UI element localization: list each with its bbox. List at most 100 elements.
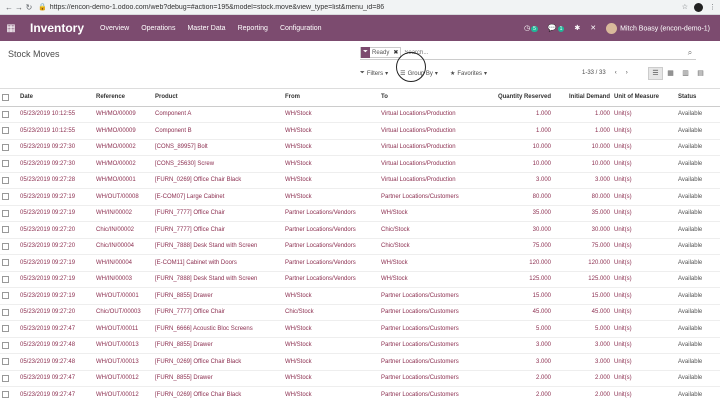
column-initial-demand[interactable]: Initial Demand bbox=[553, 89, 612, 107]
table-row[interactable]: 05/23/2019 09:27:47 WH/OUT/00011 [FURN_666… bbox=[0, 320, 720, 337]
table-row[interactable]: 05/23/2019 09:27:19 WH/OUT/00008 [E-COM07]… bbox=[0, 188, 720, 205]
app-title[interactable]: Inventory bbox=[30, 21, 84, 35]
table-row[interactable]: 05/23/2019 09:27:20 Chic/IN/00004 [FURN_78… bbox=[0, 237, 720, 255]
browser-profile-icon[interactable] bbox=[694, 2, 703, 12]
column-unit-of-measure[interactable]: Unit of Measure bbox=[612, 89, 676, 107]
table-row[interactable]: 05/23/2019 09:27:30 WH/MO/00002 [CONS_2563… bbox=[0, 155, 720, 172]
activity-button[interactable]: ◷ 5 bbox=[524, 24, 538, 32]
cell-status: Available bbox=[676, 237, 720, 255]
column-to[interactable]: To bbox=[379, 89, 487, 107]
cell-from: Partner Locations/Vendors bbox=[283, 270, 379, 288]
cell-status: Available bbox=[676, 105, 720, 123]
graph-view-icon[interactable]: ▥ bbox=[678, 67, 693, 80]
table-row[interactable]: 05/23/2019 09:27:19 WH/OUT/00001 [FURN_885… bbox=[0, 287, 720, 304]
row-checkbox[interactable] bbox=[0, 221, 18, 238]
table-row[interactable]: 05/23/2019 10:12:55 WH/MO/00009 Component … bbox=[0, 105, 720, 123]
bookmark-star-icon[interactable]: ☆ bbox=[682, 3, 688, 11]
browser-toolbar: ← → ↻ 🔒 https://encon-demo-1.odoo.com/we… bbox=[0, 0, 720, 15]
reload-icon[interactable]: ↻ bbox=[24, 3, 34, 12]
select-all-checkbox[interactable] bbox=[0, 89, 18, 107]
menu-operations[interactable]: Operations bbox=[141, 25, 175, 32]
row-checkbox[interactable] bbox=[0, 336, 18, 354]
table-row[interactable]: 05/23/2019 09:27:20 Chic/OUT/00003 [FURN_7… bbox=[0, 303, 720, 321]
cell-unit-of-measure: Unit(s) bbox=[612, 303, 676, 321]
row-checkbox[interactable] bbox=[0, 237, 18, 255]
table-row[interactable]: 05/23/2019 09:27:19 WH/IN/00003 [FURN_7888… bbox=[0, 270, 720, 288]
table-row[interactable]: 05/23/2019 10:12:55 WH/MO/00009 Component … bbox=[0, 122, 720, 139]
apps-grid-icon[interactable]: ▦ bbox=[0, 23, 22, 34]
column-from[interactable]: From bbox=[283, 89, 379, 107]
table-row[interactable]: 05/23/2019 09:27:19 WH/IN/00002 [FURN_7777… bbox=[0, 204, 720, 222]
row-checkbox[interactable] bbox=[0, 369, 18, 387]
pivot-view-icon[interactable]: ▦ bbox=[663, 67, 678, 80]
table-row[interactable]: 05/23/2019 09:27:47 WH/OUT/00012 [FURN_026… bbox=[0, 386, 720, 403]
debug-bug-icon[interactable]: ✱ bbox=[574, 24, 580, 32]
row-checkbox[interactable] bbox=[0, 122, 18, 139]
chevron-right-icon[interactable]: › bbox=[626, 70, 628, 76]
row-checkbox[interactable] bbox=[0, 171, 18, 189]
close-icon[interactable]: ✖ bbox=[391, 49, 400, 56]
cell-initial-demand: 1.000 bbox=[553, 122, 612, 139]
row-checkbox[interactable] bbox=[0, 105, 18, 123]
cell-status: Available bbox=[676, 386, 720, 403]
search-icon[interactable]: ⌕ bbox=[684, 48, 696, 58]
list-view-icon[interactable]: ☰ bbox=[648, 67, 663, 80]
table-row[interactable]: 05/23/2019 09:27:20 Chic/IN/00002 [FURN_77… bbox=[0, 221, 720, 238]
address-bar[interactable]: https://encon-demo-1.odoo.com/web?debug=… bbox=[50, 4, 682, 11]
column-product[interactable]: Product bbox=[153, 89, 283, 107]
row-checkbox[interactable] bbox=[0, 188, 18, 205]
row-checkbox[interactable] bbox=[0, 204, 18, 222]
cell-date: 05/23/2019 09:27:19 bbox=[18, 287, 94, 304]
table-row[interactable]: 05/23/2019 09:27:30 WH/MO/00002 [CONS_8995… bbox=[0, 138, 720, 156]
back-icon[interactable]: ← bbox=[4, 3, 14, 12]
column-reference[interactable]: Reference bbox=[94, 89, 153, 107]
tools-icon[interactable]: ✕ bbox=[590, 24, 596, 32]
row-checkbox[interactable] bbox=[0, 303, 18, 321]
cell-to: Partner Locations/Customers bbox=[379, 336, 487, 354]
cell-product: Component A bbox=[153, 105, 283, 123]
row-checkbox[interactable] bbox=[0, 287, 18, 304]
row-checkbox[interactable] bbox=[0, 386, 18, 403]
row-checkbox[interactable] bbox=[0, 155, 18, 172]
table-row[interactable]: 05/23/2019 09:27:48 WH/OUT/00013 [FURN_885… bbox=[0, 336, 720, 354]
column-quantity-reserved[interactable]: Quantity Reserved bbox=[487, 89, 553, 107]
browser-menu-icon[interactable]: ⋮ bbox=[709, 3, 716, 11]
user-menu[interactable]: Mitch Boasy (encon-demo-1) bbox=[606, 22, 710, 34]
cell-unit-of-measure: Unit(s) bbox=[612, 138, 676, 156]
search-input[interactable] bbox=[404, 49, 684, 56]
control-panel: Stock Moves ⏷ Ready ✖ ⌕ ⏷Filters▾ ☰Group… bbox=[0, 41, 720, 89]
cell-quantity-reserved: 5.000 bbox=[487, 320, 553, 337]
table-row[interactable]: 05/23/2019 09:27:19 WH/IN/00004 [E-COM11] … bbox=[0, 254, 720, 271]
cell-from: WH/Stock bbox=[283, 171, 379, 189]
row-checkbox[interactable] bbox=[0, 270, 18, 288]
row-checkbox[interactable] bbox=[0, 353, 18, 370]
view-switcher: ☰ ▦ ▥ ▤ bbox=[648, 67, 708, 80]
cell-unit-of-measure: Unit(s) bbox=[612, 188, 676, 205]
messages-button[interactable]: 💬 1 bbox=[548, 24, 565, 32]
table-row[interactable]: 05/23/2019 09:27:47 WH/OUT/00012 [FURN_885… bbox=[0, 369, 720, 387]
cell-unit-of-measure: Unit(s) bbox=[612, 369, 676, 387]
row-checkbox[interactable] bbox=[0, 320, 18, 337]
menu-reporting[interactable]: Reporting bbox=[238, 25, 268, 32]
menu-master-data[interactable]: Master Data bbox=[187, 25, 225, 32]
pager-value[interactable]: 1-33 / 33 bbox=[582, 70, 606, 76]
search-facet[interactable]: ⏷ Ready ✖ bbox=[360, 47, 402, 58]
column-status[interactable]: Status bbox=[676, 89, 720, 107]
kanban-view-icon[interactable]: ▤ bbox=[693, 67, 708, 80]
cell-date: 05/23/2019 09:27:47 bbox=[18, 320, 94, 337]
row-checkbox[interactable] bbox=[0, 254, 18, 271]
menu-overview[interactable]: Overview bbox=[100, 25, 129, 32]
filters-button[interactable]: ⏷ Filters ▾ bbox=[360, 70, 388, 77]
chevron-left-icon[interactable]: ‹ bbox=[615, 70, 617, 76]
cell-to: Virtual Locations/Production bbox=[379, 171, 487, 189]
table-row[interactable]: 05/23/2019 09:27:28 WH/MO/00001 [FURN_0269… bbox=[0, 171, 720, 189]
menu-configuration[interactable]: Configuration bbox=[280, 25, 322, 32]
table-row[interactable]: 05/23/2019 09:27:48 WH/OUT/00013 [FURN_026… bbox=[0, 353, 720, 370]
cell-initial-demand: 10.000 bbox=[553, 138, 612, 156]
cell-reference: Chic/OUT/00003 bbox=[94, 303, 153, 321]
column-date[interactable]: Date bbox=[18, 89, 94, 107]
favorites-button[interactable]: ★ Favorites ▾ bbox=[450, 70, 487, 78]
cell-status: Available bbox=[676, 287, 720, 304]
forward-icon[interactable]: → bbox=[14, 3, 24, 12]
row-checkbox[interactable] bbox=[0, 138, 18, 156]
